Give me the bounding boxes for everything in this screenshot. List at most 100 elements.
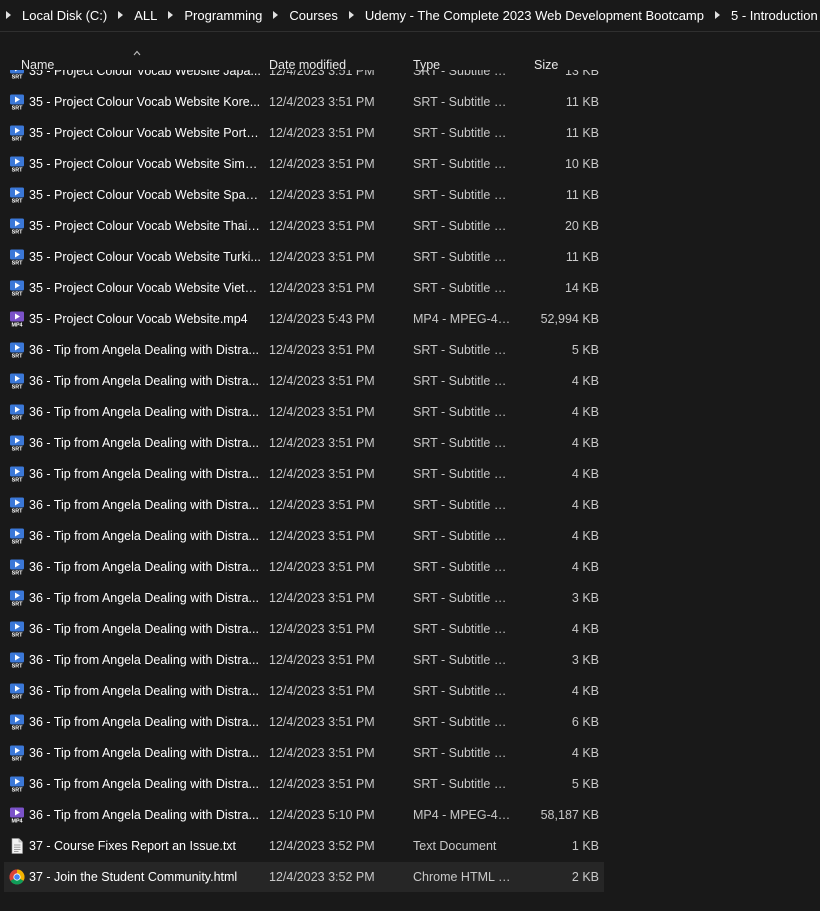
chevron-right-icon[interactable] bbox=[348, 11, 354, 19]
file-row[interactable]: SRT 36 - Tip from Angela Dealing with Dis… bbox=[4, 459, 604, 489]
file-row[interactable]: SRT 35 - Project Colour Vocab Website Sim… bbox=[4, 149, 604, 179]
file-type: SRT - Subtitle File bbox=[413, 622, 513, 636]
file-date-modified: 12/4/2023 3:51 PM bbox=[269, 250, 375, 264]
file-date-modified: 12/4/2023 3:51 PM bbox=[269, 281, 375, 295]
svg-text:SRT: SRT bbox=[12, 106, 23, 110]
srt-icon: SRT bbox=[9, 497, 25, 515]
file-name: 36 - Tip from Angela Dealing with Distra… bbox=[29, 622, 259, 636]
breadcrumb-item[interactable]: Programming bbox=[184, 8, 262, 23]
file-date-modified: 12/4/2023 3:51 PM bbox=[269, 405, 375, 419]
file-row[interactable]: SRT 35 - Project Colour Vocab Website Spa… bbox=[4, 180, 604, 210]
file-row[interactable]: 37 - Course Fixes Report an Issue.txt 12/… bbox=[4, 831, 604, 861]
chrome-icon bbox=[9, 869, 25, 885]
file-name: 36 - Tip from Angela Dealing with Distra… bbox=[29, 467, 259, 481]
file-date-modified: 12/4/2023 5:43 PM bbox=[269, 312, 375, 326]
file-type: SRT - Subtitle File bbox=[413, 70, 513, 78]
file-size: 4 KB bbox=[571, 684, 599, 698]
file-date-modified: 12/4/2023 3:51 PM bbox=[269, 157, 375, 171]
text-file-icon bbox=[9, 838, 25, 854]
svg-text:SRT: SRT bbox=[12, 168, 23, 172]
file-type: SRT - Subtitle File bbox=[413, 684, 513, 698]
breadcrumb-item[interactable]: Courses bbox=[289, 8, 337, 23]
svg-text:SRT: SRT bbox=[12, 757, 23, 761]
file-row[interactable]: SRT 36 - Tip from Angela Dealing with Dis… bbox=[4, 366, 604, 396]
chevron-right-icon[interactable] bbox=[273, 11, 279, 19]
svg-text:SRT: SRT bbox=[12, 385, 23, 389]
file-type: SRT - Subtitle File bbox=[413, 343, 513, 357]
srt-icon: SRT bbox=[9, 590, 25, 608]
file-row[interactable]: SRT 36 - Tip from Angela Dealing with Dis… bbox=[4, 614, 604, 644]
chevron-right-icon[interactable] bbox=[118, 11, 124, 19]
file-size: 11 KB bbox=[565, 126, 599, 140]
svg-text:SRT: SRT bbox=[12, 602, 23, 606]
file-row[interactable]: SRT 36 - Tip from Angela Dealing with Dis… bbox=[4, 769, 604, 799]
file-name: 36 - Tip from Angela Dealing with Distra… bbox=[29, 374, 259, 388]
file-type: Text Document bbox=[413, 839, 497, 853]
file-row[interactable]: SRT 35 - Project Colour Vocab Website Jap… bbox=[4, 70, 604, 86]
file-row[interactable]: MP4 35 - Project Colour Vocab Website.mp4… bbox=[4, 304, 604, 334]
breadcrumb-item[interactable]: 5 - Introduction to CSS bbox=[731, 8, 820, 23]
file-row[interactable]: SRT 36 - Tip from Angela Dealing with Dis… bbox=[4, 707, 604, 737]
breadcrumb-item[interactable]: Local Disk (C:) bbox=[22, 8, 107, 23]
file-row[interactable]: SRT 36 - Tip from Angela Dealing with Dis… bbox=[4, 397, 604, 427]
srt-icon: SRT bbox=[9, 404, 25, 422]
chevron-right-icon[interactable] bbox=[714, 11, 720, 19]
file-date-modified: 12/4/2023 3:51 PM bbox=[269, 498, 375, 512]
file-row[interactable]: SRT 35 - Project Colour Vocab Website Tur… bbox=[4, 242, 604, 272]
file-type: SRT - Subtitle File bbox=[413, 746, 513, 760]
file-name: 35 - Project Colour Vocab Website Simp..… bbox=[29, 157, 261, 171]
svg-text:MP4: MP4 bbox=[11, 819, 22, 823]
file-type: SRT - Subtitle File bbox=[413, 498, 513, 512]
file-size: 4 KB bbox=[571, 374, 599, 388]
file-row[interactable]: SRT 36 - Tip from Angela Dealing with Dis… bbox=[4, 645, 604, 675]
file-row[interactable]: SRT 36 - Tip from Angela Dealing with Dis… bbox=[4, 738, 604, 768]
file-type: SRT - Subtitle File bbox=[413, 126, 513, 140]
file-type: SRT - Subtitle File bbox=[413, 250, 513, 264]
file-row[interactable]: SRT 36 - Tip from Angela Dealing with Dis… bbox=[4, 521, 604, 551]
file-row[interactable]: SRT 35 - Project Colour Vocab Website Kor… bbox=[4, 87, 604, 117]
chevron-right-icon[interactable] bbox=[6, 11, 11, 19]
file-type: MP4 - MPEG-4 vi... bbox=[413, 312, 513, 326]
file-type: SRT - Subtitle File bbox=[413, 219, 513, 233]
file-size: 4 KB bbox=[571, 498, 599, 512]
svg-text:SRT: SRT bbox=[12, 571, 23, 575]
file-type: SRT - Subtitle File bbox=[413, 188, 513, 202]
file-row[interactable]: SRT 36 - Tip from Angela Dealing with Dis… bbox=[4, 676, 604, 706]
file-name: 36 - Tip from Angela Dealing with Distra… bbox=[29, 436, 259, 450]
file-name: 35 - Project Colour Vocab Website Japa..… bbox=[29, 70, 261, 78]
svg-text:SRT: SRT bbox=[12, 261, 23, 265]
svg-text:SRT: SRT bbox=[12, 664, 23, 668]
file-date-modified: 12/4/2023 3:51 PM bbox=[269, 343, 375, 357]
svg-text:SRT: SRT bbox=[12, 230, 23, 234]
file-name: 36 - Tip from Angela Dealing with Distra… bbox=[29, 715, 259, 729]
srt-icon: SRT bbox=[9, 373, 25, 391]
breadcrumb-item[interactable]: ALL bbox=[134, 8, 157, 23]
breadcrumb-item[interactable]: Udemy - The Complete 2023 Web Developmen… bbox=[365, 8, 704, 23]
svg-text:SRT: SRT bbox=[12, 633, 23, 637]
file-row[interactable]: SRT 35 - Project Colour Vocab Website Tha… bbox=[4, 211, 604, 241]
file-size: 2 KB bbox=[571, 870, 599, 884]
file-date-modified: 12/4/2023 3:51 PM bbox=[269, 70, 375, 78]
file-row[interactable]: MP4 36 - Tip from Angela Dealing with Dis… bbox=[4, 800, 604, 830]
file-name: 35 - Project Colour Vocab Website Vietn.… bbox=[29, 281, 261, 295]
srt-icon: SRT bbox=[9, 342, 25, 360]
chevron-right-icon[interactable] bbox=[168, 11, 174, 19]
file-row[interactable]: SRT 36 - Tip from Angela Dealing with Dis… bbox=[4, 335, 604, 365]
file-row[interactable]: SRT 35 - Project Colour Vocab Website Vie… bbox=[4, 273, 604, 303]
file-row[interactable]: 37 - Join the Student Community.html 12/4… bbox=[4, 862, 604, 892]
svg-text:SRT: SRT bbox=[12, 199, 23, 203]
srt-icon: SRT bbox=[9, 776, 25, 794]
svg-text:SRT: SRT bbox=[12, 695, 23, 699]
file-row[interactable]: SRT 36 - Tip from Angela Dealing with Dis… bbox=[4, 552, 604, 582]
file-name: 35 - Project Colour Vocab Website Kore..… bbox=[29, 95, 261, 109]
sort-ascending-icon[interactable] bbox=[133, 49, 141, 57]
file-row[interactable]: SRT 36 - Tip from Angela Dealing with Dis… bbox=[4, 583, 604, 613]
file-size: 10 KB bbox=[564, 157, 599, 171]
file-row[interactable]: SRT 36 - Tip from Angela Dealing with Dis… bbox=[4, 428, 604, 458]
svg-text:SRT: SRT bbox=[12, 416, 23, 420]
file-date-modified: 12/4/2023 3:51 PM bbox=[269, 591, 375, 605]
file-row[interactable]: SRT 36 - Tip from Angela Dealing with Dis… bbox=[4, 490, 604, 520]
file-row[interactable]: SRT 35 - Project Colour Vocab Website Por… bbox=[4, 118, 604, 148]
srt-icon: SRT bbox=[9, 621, 25, 639]
file-size: 3 KB bbox=[571, 591, 599, 605]
